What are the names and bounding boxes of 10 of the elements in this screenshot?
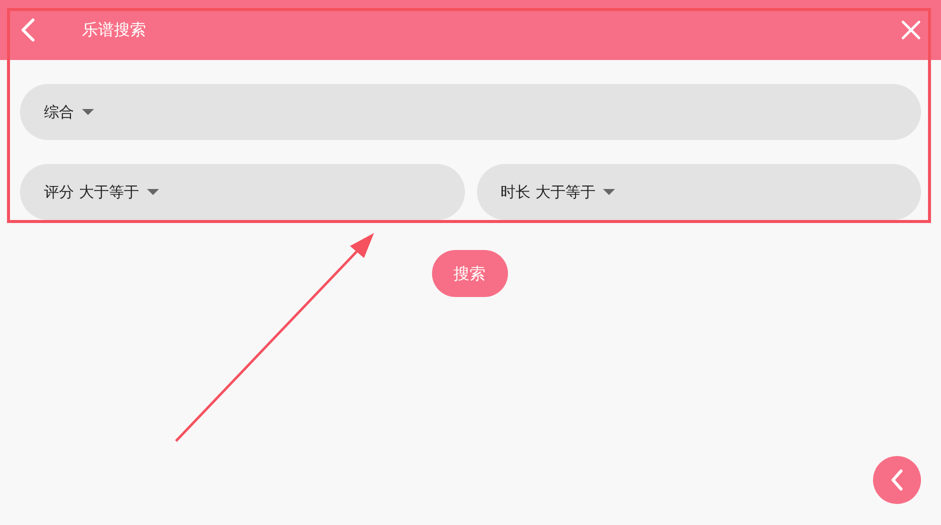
floating-back-button[interactable] — [873, 456, 921, 504]
chevron-left-icon — [890, 469, 904, 491]
filter-dropdown[interactable]: 综合 — [20, 84, 921, 140]
dropdown-caret-icon — [146, 189, 159, 195]
dropdown-caret-icon — [603, 189, 616, 195]
page-title: 乐谱搜索 — [82, 19, 146, 41]
filter-dropdown[interactable]: 时长 大于等于 — [476, 164, 921, 220]
filter-dropdown[interactable]: 评分 大于等于 — [20, 164, 464, 220]
close-icon[interactable] — [901, 20, 921, 40]
dropdown-caret-icon — [82, 109, 94, 115]
